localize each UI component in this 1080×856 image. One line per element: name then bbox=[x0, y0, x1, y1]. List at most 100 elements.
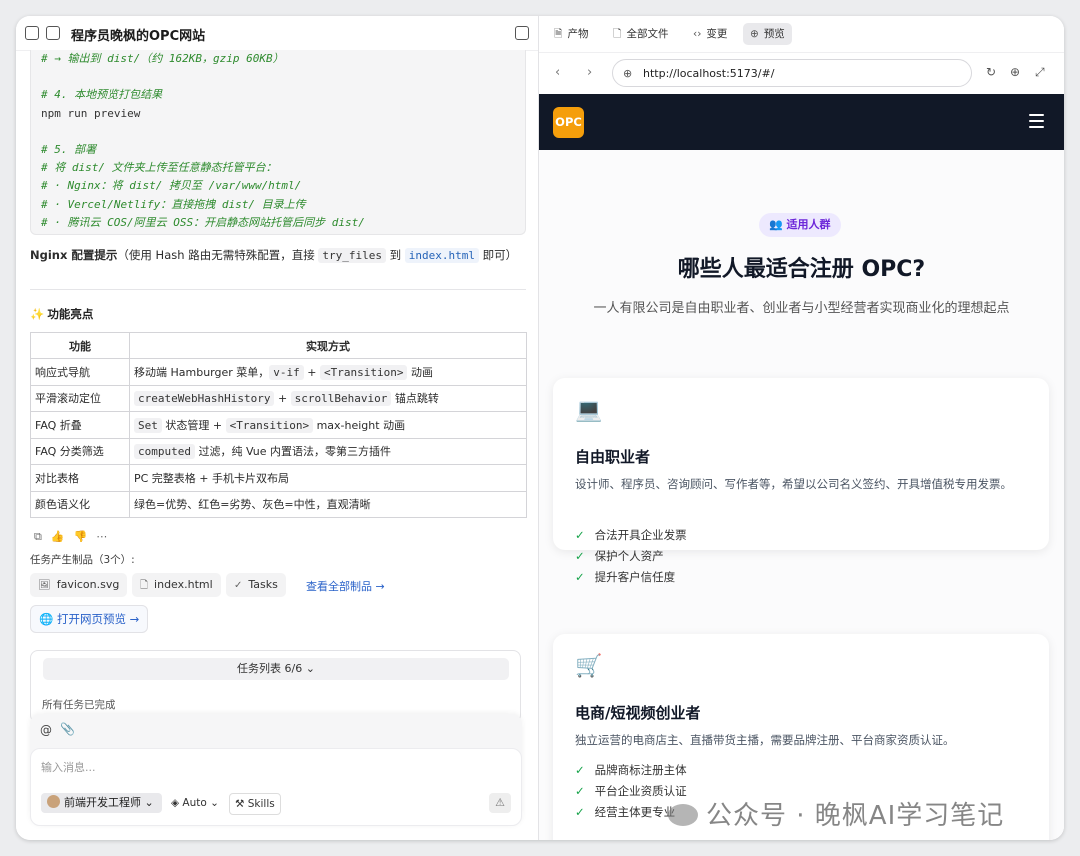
audience-badge: 👥 适用人群 bbox=[759, 213, 841, 237]
product-name: Tasks bbox=[248, 578, 278, 591]
chevron-down-icon: ⌄ bbox=[210, 797, 219, 809]
code-chip: Set bbox=[134, 417, 162, 433]
benefit-text: 提升客户信任度 bbox=[594, 570, 676, 584]
website-preview: OPC 👥 适用人群 哪些人最适合注册 OPC? 一人有限公司是自由职业者、创业… bbox=[539, 94, 1064, 840]
benefit-item: ✓ 提升客户信任度 bbox=[575, 569, 675, 585]
checklist-icon[interactable] bbox=[46, 26, 60, 40]
impl-text: 绿色=优势、红色=劣势、灰色=中性，直观清晰 bbox=[134, 498, 371, 512]
mention-icon[interactable]: @ bbox=[40, 723, 52, 737]
product-chip[interactable]: ✓ Tasks bbox=[226, 573, 286, 597]
chevron-down-icon: ⌄ bbox=[144, 796, 154, 809]
message-input[interactable]: 输入消息... bbox=[41, 759, 96, 775]
back-icon[interactable]: ‹ bbox=[555, 65, 560, 80]
benefit-item: ✓ 经营主体更专业 bbox=[575, 804, 675, 820]
thumbs-down-icon[interactable]: 👎 bbox=[74, 530, 97, 543]
send-button[interactable]: ⚠ bbox=[489, 793, 511, 813]
feature-name: 响应式导航 bbox=[30, 358, 130, 386]
feature-impl: computed 过滤，纯 Vue 内置语法，零第三方插件 bbox=[129, 437, 527, 465]
view-all-products-link[interactable]: 查看全部制品 → bbox=[306, 578, 385, 594]
benefit-item: ✓ 合法开具企业发票 bbox=[575, 527, 687, 543]
thumbs-up-icon[interactable]: 👍 bbox=[51, 530, 74, 543]
nginx-tip-text: 到 bbox=[385, 248, 405, 262]
code-line: # · Vercel/Netlify：直接拖拽 dist/ 目录上传 bbox=[41, 197, 306, 211]
document-icon: 🗎 bbox=[554, 28, 563, 40]
message-input-area[interactable]: 输入消息... 前端开发工程师 ⌄ ◈ Auto ⌄ ⚒ Skills ⚠ bbox=[30, 748, 522, 826]
collapse-sidebar-icon[interactable] bbox=[25, 26, 39, 40]
hamburger-menu-icon[interactable] bbox=[1029, 114, 1044, 132]
message-actions: ⧉👍👎⋯ bbox=[34, 530, 116, 544]
tab-preview[interactable]: ⊕ 预览 bbox=[743, 23, 792, 45]
attach-icon[interactable]: 📎 bbox=[60, 722, 75, 736]
nginx-tip: Nginx 配置提示（使用 Hash 路由无需特殊配置，直接 try_files… bbox=[30, 247, 517, 263]
url-input[interactable]: ⊕ http://localhost:5173/#/ bbox=[612, 59, 972, 87]
more-icon[interactable]: ⋯ bbox=[96, 530, 116, 543]
feature-impl: PC 完整表格 + 手机卡片双布局 bbox=[129, 464, 527, 492]
nginx-tip-text: （使用 Hash 路由无需特殊配置，直接 bbox=[117, 248, 319, 262]
product-chip[interactable]: 🖼 favicon.svg bbox=[30, 573, 128, 597]
impl-text: 过滤，纯 Vue 内置语法，零第三方插件 bbox=[194, 445, 391, 459]
refresh-icon[interactable]: ↻ bbox=[986, 65, 996, 79]
task-list-toggle[interactable]: 任务列表 6/6 ⌄ bbox=[43, 658, 509, 680]
feature-impl: 绿色=优势、红色=劣势、灰色=中性，直观清晰 bbox=[129, 490, 527, 518]
impl-text: PC 完整表格 + 手机卡片双布局 bbox=[134, 471, 290, 485]
app-window: 程序员晚枫的OPC网站 # → 输出到 dist/（约 162KB，gzip 6… bbox=[16, 16, 1064, 840]
table-row: 对比表格 PC 完整表格 + 手机卡片双布局 bbox=[30, 464, 527, 492]
tab-artifacts[interactable]: 🗎 产物 bbox=[547, 23, 595, 45]
code-chip: index.html bbox=[404, 248, 480, 263]
code-chip: <Transition> bbox=[225, 417, 314, 433]
benefit-text: 品牌商标注册主体 bbox=[594, 763, 687, 777]
benefit-text: 合法开具企业发票 bbox=[594, 528, 687, 542]
code-line: # 4. 本地预览打包结果 bbox=[41, 88, 163, 102]
card-description: 设计师、程序员、咨询顾问、写作者等，希望以公司名义签约、开具增值税专用发票。 bbox=[575, 477, 1012, 491]
copy-icon[interactable]: ⧉ bbox=[34, 530, 51, 543]
product-name: index.html bbox=[154, 578, 213, 591]
feature-name: FAQ 折叠 bbox=[30, 411, 130, 439]
expand-icon[interactable]: ⤢ bbox=[1035, 65, 1045, 80]
features-title: ✨ 功能亮点 bbox=[30, 306, 93, 322]
features-table: 功能 实现方式 响应式导航 移动端 Hamburger 菜单， v-if + <Tr… bbox=[30, 332, 527, 518]
feature-impl: Set 状态管理 + <Transition> max-height 动画 bbox=[129, 411, 527, 439]
code-chip: scrollBehavior bbox=[290, 391, 392, 407]
chat-panel: 程序员晚枫的OPC网站 # → 输出到 dist/（约 162KB，gzip 6… bbox=[16, 16, 539, 840]
file-icon: 🗋 bbox=[613, 28, 622, 40]
product-chip[interactable]: 🗋 index.html bbox=[132, 573, 221, 597]
impl-text: + bbox=[303, 365, 320, 379]
open-external-icon[interactable]: ⊕ bbox=[1010, 65, 1020, 79]
nginx-tip-title: Nginx 配置提示 bbox=[30, 248, 118, 262]
watermark: 公众号 · 晚枫AI学习笔记 bbox=[668, 795, 1004, 832]
model-selector[interactable]: ◈ Auto ⌄ bbox=[171, 793, 219, 813]
chevron-down-icon: ⌄ bbox=[305, 662, 315, 675]
file-icon: 🗋 bbox=[140, 580, 149, 591]
code-block: # → 输出到 dist/（约 162KB，gzip 60KB） # 4. 本地预… bbox=[30, 50, 526, 235]
skills-button[interactable]: ⚒ Skills bbox=[229, 793, 281, 815]
site-logo[interactable]: OPC bbox=[553, 107, 584, 138]
check-icon: ✓ bbox=[575, 763, 585, 777]
product-name: favicon.svg bbox=[56, 578, 120, 591]
tab-all-files[interactable]: 🗋 全部文件 bbox=[606, 23, 675, 45]
open-preview-button[interactable]: 🌐 打开网页预览 → bbox=[30, 605, 149, 633]
site-navbar: OPC bbox=[539, 94, 1064, 150]
composer: @ 📎 输入消息... 前端开发工程师 ⌄ ◈ Auto ⌄ ⚒ Skills … bbox=[30, 714, 522, 826]
impl-text: + bbox=[274, 392, 291, 406]
open-preview-label: 打开网页预览 → bbox=[56, 612, 140, 626]
layers-icon: ◈ bbox=[171, 797, 183, 809]
avatar bbox=[47, 795, 60, 808]
check-icon: ✓ bbox=[575, 570, 585, 584]
code-chip: <Transition> bbox=[320, 364, 408, 380]
code-chip: createWebHashHistory bbox=[134, 391, 275, 407]
tab-changes[interactable]: ‹› 变更 bbox=[686, 23, 734, 45]
agent-selector[interactable]: 前端开发工程师 ⌄ bbox=[41, 793, 162, 813]
toggle-panel-icon[interactable] bbox=[515, 26, 529, 40]
check-icon: ✓ bbox=[575, 549, 585, 563]
code-line: # · 腾讯云 COS/阿里云 OSS：开启静态网站托管后同步 dist/ bbox=[41, 215, 365, 229]
forward-icon[interactable]: › bbox=[587, 65, 592, 80]
code-chip: try_files bbox=[318, 248, 386, 263]
feature-name: 颜色语义化 bbox=[30, 490, 130, 518]
code-line: # · Nginx：将 dist/ 拷贝至 /var/www/html/ bbox=[41, 179, 302, 193]
impl-text: 锚点跳转 bbox=[391, 392, 439, 406]
impl-text: 状态管理 + bbox=[161, 418, 226, 432]
panel-tabs: 🗎 产物 🗋 全部文件 ‹› 变更 ⊕ 预览 bbox=[539, 16, 1064, 53]
impl-text: 动画 bbox=[407, 365, 433, 379]
